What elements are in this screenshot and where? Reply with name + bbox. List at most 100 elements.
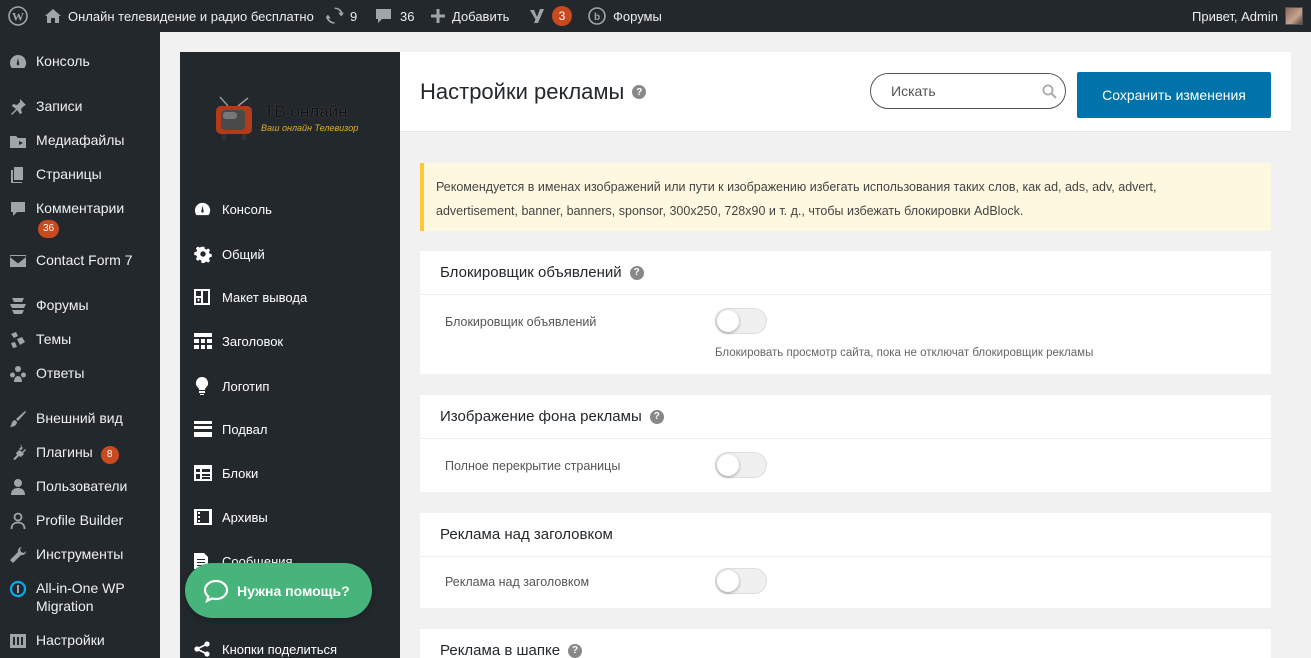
replies-icon bbox=[10, 366, 26, 382]
page-title: Настройки рекламы ? bbox=[420, 79, 647, 105]
menu-item-pages[interactable]: Страницы bbox=[0, 165, 160, 184]
footer-icon bbox=[194, 421, 212, 437]
menu-item-label: Страницы bbox=[36, 166, 102, 182]
add-new-link[interactable]: Добавить bbox=[431, 0, 509, 32]
theme-nav-label: Кнопки поделиться bbox=[222, 641, 338, 657]
menu-item-tools[interactable]: Инструменты bbox=[0, 545, 160, 564]
topics-icon bbox=[11, 332, 25, 348]
search-input[interactable] bbox=[870, 73, 1066, 109]
comments-badge: 36 bbox=[38, 220, 60, 238]
menu-item-profile-builder[interactable]: Profile Builder bbox=[0, 511, 160, 530]
pages-icon bbox=[11, 167, 23, 183]
menu-item-settings[interactable]: Настройки bbox=[0, 631, 160, 650]
plus-icon bbox=[431, 9, 445, 23]
help-question-icon[interactable]: ? bbox=[649, 409, 664, 424]
menu-item-media[interactable]: Медиафайлы bbox=[0, 131, 160, 150]
menu-item-comments[interactable]: Комментарии 36 bbox=[0, 199, 160, 238]
theme-nav-dashboard[interactable]: Консоль bbox=[194, 201, 272, 218]
menu-item-posts[interactable]: Записи bbox=[0, 97, 160, 116]
home-icon bbox=[45, 9, 61, 23]
chat-bubble-icon bbox=[203, 579, 229, 603]
theme-nav-logo[interactable]: Логотип bbox=[194, 377, 269, 395]
svg-text:W: W bbox=[12, 10, 24, 24]
yoast-link[interactable]: 3 bbox=[528, 0, 572, 32]
blocks-icon bbox=[194, 465, 212, 481]
toggle-knob bbox=[717, 310, 739, 332]
logo-subtitle: Ваш онлайн Телевизор bbox=[261, 123, 359, 133]
help-question-icon[interactable]: ? bbox=[568, 643, 583, 658]
help-question-icon[interactable]: ? bbox=[632, 85, 647, 99]
layout-icon bbox=[194, 289, 210, 305]
theme-nav-layout[interactable]: Макет вывода bbox=[194, 289, 307, 305]
brush-icon bbox=[10, 411, 26, 427]
theme-nav-general[interactable]: Общий bbox=[194, 245, 265, 263]
above-header-toggle[interactable] bbox=[715, 568, 767, 594]
menu-item-replies[interactable]: Ответы bbox=[0, 364, 160, 383]
my-account-link[interactable]: Привет, Admin bbox=[1192, 0, 1303, 32]
search-icon[interactable] bbox=[1042, 84, 1057, 99]
option-label: Полное перекрытие страницы bbox=[445, 459, 621, 473]
avatar bbox=[1284, 7, 1303, 25]
refresh-icon bbox=[326, 7, 344, 24]
theme-nav-label: Архивы bbox=[222, 509, 268, 525]
menu-item-forums[interactable]: Форумы bbox=[0, 296, 160, 315]
theme-logo: ТВ онлайн Ваш онлайн Телевизор bbox=[214, 96, 384, 146]
theme-nav-label: Блоки bbox=[222, 465, 259, 481]
wordpress-logo-icon[interactable]: W bbox=[8, 0, 28, 32]
help-button[interactable]: Нужна помощь? bbox=[185, 563, 372, 618]
theme-nav-footer[interactable]: Подвал bbox=[194, 421, 267, 437]
users-icon bbox=[11, 479, 25, 495]
menu-item-contact-form[interactable]: Contact Form 7 bbox=[0, 251, 160, 270]
section-title-text: Реклама над заголовком bbox=[440, 526, 613, 543]
full-overlay-toggle[interactable] bbox=[715, 452, 767, 478]
comments-link[interactable]: 36 bbox=[375, 0, 414, 32]
site-name-link[interactable]: Онлайн телевидение и радио бесплатно bbox=[44, 0, 314, 32]
menu-item-label: Консоль bbox=[36, 53, 90, 69]
menu-item-label: Инструменты bbox=[36, 546, 124, 562]
theme-nav-header[interactable]: Заголовок bbox=[194, 333, 283, 349]
adblocker-toggle[interactable] bbox=[715, 308, 767, 334]
bbpress-icon: b bbox=[588, 7, 606, 25]
theme-nav-label: Общий bbox=[222, 246, 265, 262]
migration-icon bbox=[9, 580, 27, 598]
tv-icon bbox=[216, 96, 252, 140]
option-label: Реклама над заголовком bbox=[445, 575, 590, 589]
menu-item-appearance[interactable]: Внешний вид bbox=[0, 409, 160, 428]
page-header: Настройки рекламы ? Сохранить изменения bbox=[400, 52, 1291, 132]
section-header-ad: Реклама в шапке ? bbox=[420, 629, 1271, 658]
menu-item-plugins[interactable]: Плагины 8 bbox=[0, 443, 160, 464]
settings-icon bbox=[10, 634, 26, 648]
save-changes-button[interactable]: Сохранить изменения bbox=[1077, 72, 1271, 118]
menu-item-label: Плагины bbox=[36, 444, 93, 460]
theme-nav-blocks[interactable]: Блоки bbox=[194, 465, 258, 481]
plugins-badge: 8 bbox=[100, 446, 119, 464]
theme-nav-label: Консоль bbox=[222, 202, 272, 217]
menu-item-users[interactable]: Пользователи bbox=[0, 477, 160, 496]
menu-item-label: Медиафайлы bbox=[36, 132, 125, 148]
theme-nav-archives[interactable]: Архивы bbox=[194, 509, 268, 525]
help-question-icon[interactable]: ? bbox=[629, 265, 644, 280]
theme-nav-share-buttons[interactable]: Кнопки поделиться bbox=[194, 641, 337, 657]
comment-bubble-icon bbox=[376, 9, 391, 23]
menu-item-topics[interactable]: Темы bbox=[0, 330, 160, 349]
header-icon bbox=[194, 333, 212, 349]
forums-icon bbox=[10, 298, 26, 314]
menu-item-dashboard[interactable]: Консоль bbox=[0, 52, 160, 71]
updates-link[interactable]: 9 bbox=[326, 0, 357, 32]
updates-count: 9 bbox=[350, 8, 358, 24]
wrench-icon bbox=[10, 546, 27, 563]
dashboard-icon bbox=[194, 202, 211, 216]
menu-item-migration[interactable]: All-in-One WP Migration bbox=[0, 579, 160, 615]
main-content: Настройки рекламы ? Сохранить изменения … bbox=[400, 52, 1291, 658]
menu-item-label: All-in-One WP Migration bbox=[36, 580, 125, 614]
menu-item-label: Ответы bbox=[36, 365, 85, 381]
forums-link[interactable]: b Форумы bbox=[588, 0, 662, 32]
admin-menu: Консоль Записи Медиафайлы Страницы Комме… bbox=[0, 32, 160, 658]
menu-item-label: Комментарии bbox=[36, 200, 125, 216]
user-icon bbox=[10, 512, 26, 530]
greeting: Привет, Admin bbox=[1192, 8, 1278, 24]
pin-icon bbox=[11, 99, 26, 115]
menu-item-label: Записи bbox=[36, 98, 83, 114]
dashboard-icon bbox=[10, 54, 27, 68]
notice-line: advertisement, banner, banners, sponsor,… bbox=[436, 204, 1024, 218]
